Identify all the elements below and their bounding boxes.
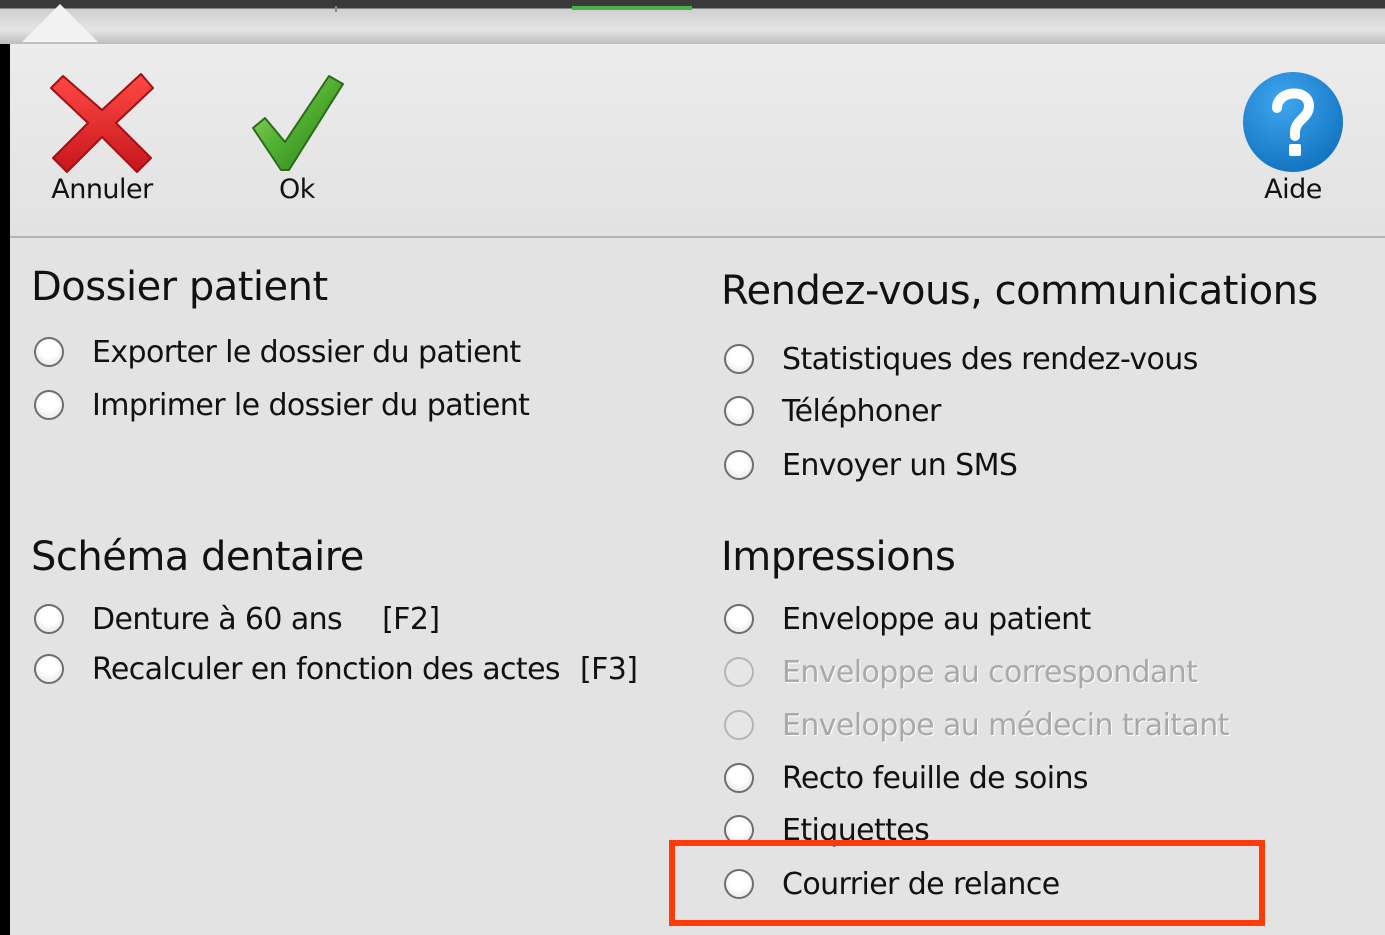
section-title-schema-dentaire: Schéma dentaire xyxy=(31,534,364,580)
option-courrier-relance[interactable]: Courrier de relance xyxy=(724,864,1060,904)
option-imprimer-dossier[interactable]: Imprimer le dossier du patient xyxy=(34,385,530,425)
option-label: Imprimer le dossier du patient xyxy=(92,387,530,423)
section-title-rendez-vous: Rendez-vous, communications xyxy=(721,268,1318,314)
radio-button[interactable] xyxy=(724,604,754,634)
option-label: Recto feuille de soins xyxy=(782,760,1089,796)
top-tab-strip xyxy=(0,0,1385,44)
option-recto-feuille-soins[interactable]: Recto feuille de soins xyxy=(724,758,1089,798)
radio-button[interactable] xyxy=(724,450,754,480)
tab-pointer xyxy=(22,4,98,42)
active-tab-indicator xyxy=(572,6,692,10)
radio-button[interactable] xyxy=(724,815,754,845)
option-recalculer[interactable]: Recalculer en fonction des actes [F3] xyxy=(34,649,638,689)
radio-button[interactable] xyxy=(724,869,754,899)
help-label: Aide xyxy=(1264,174,1322,205)
shortcut-key: [F3] xyxy=(579,651,638,687)
actions-dialog: Annuler Ok Aide Dossier patient Exporter… xyxy=(10,44,1385,935)
option-denture-60-ans[interactable]: Denture à 60 ans [F2] xyxy=(34,599,440,639)
radio-button xyxy=(724,710,754,740)
option-label: Enveloppe au correspondant xyxy=(782,654,1198,690)
option-statistiques-rdv[interactable]: Statistiques des rendez-vous xyxy=(724,339,1198,379)
option-label: Exporter le dossier du patient xyxy=(92,334,521,370)
radio-button[interactable] xyxy=(34,654,64,684)
option-enveloppe-correspondant: Enveloppe au correspondant xyxy=(724,652,1198,692)
option-envoyer-sms[interactable]: Envoyer un SMS xyxy=(724,445,1018,485)
option-telephoner[interactable]: Téléphoner xyxy=(724,391,941,431)
shortcut-key: [F2] xyxy=(382,601,440,637)
option-exporter-dossier[interactable]: Exporter le dossier du patient xyxy=(34,332,521,372)
option-enveloppe-patient[interactable]: Enveloppe au patient xyxy=(724,599,1091,639)
option-etiquettes[interactable]: Etiquettes xyxy=(724,810,930,850)
radio-button xyxy=(724,657,754,687)
option-label: Envoyer un SMS xyxy=(782,447,1018,483)
tab-divider xyxy=(335,6,337,12)
radio-button[interactable] xyxy=(34,337,64,367)
ok-label: Ok xyxy=(279,174,315,205)
green-check-icon xyxy=(252,75,344,171)
option-label: Téléphoner xyxy=(782,393,941,429)
option-label: Denture à 60 ans xyxy=(92,601,343,637)
option-label: Statistiques des rendez-vous xyxy=(782,341,1198,377)
radio-button[interactable] xyxy=(34,390,64,420)
option-enveloppe-medecin: Enveloppe au médecin traitant xyxy=(724,705,1229,745)
cancel-button[interactable]: Annuler xyxy=(42,70,162,205)
red-x-icon xyxy=(50,73,154,173)
cancel-label: Annuler xyxy=(51,174,153,205)
option-label: Etiquettes xyxy=(782,812,930,848)
option-label: Recalculer en fonction des actes xyxy=(92,651,561,687)
section-title-dossier-patient: Dossier patient xyxy=(31,264,328,310)
radio-button[interactable] xyxy=(724,396,754,426)
ok-button[interactable]: Ok xyxy=(242,70,352,205)
question-mark-icon xyxy=(1243,72,1343,172)
radio-button[interactable] xyxy=(724,344,754,374)
dialog-toolbar: Annuler Ok Aide xyxy=(10,44,1385,238)
option-label: Courrier de relance xyxy=(782,866,1060,902)
option-label: Enveloppe au médecin traitant xyxy=(782,707,1229,743)
section-title-impressions: Impressions xyxy=(721,534,956,580)
help-button[interactable]: Aide xyxy=(1238,70,1348,205)
option-label: Enveloppe au patient xyxy=(782,601,1091,637)
radio-button[interactable] xyxy=(34,604,64,634)
radio-button[interactable] xyxy=(724,763,754,793)
